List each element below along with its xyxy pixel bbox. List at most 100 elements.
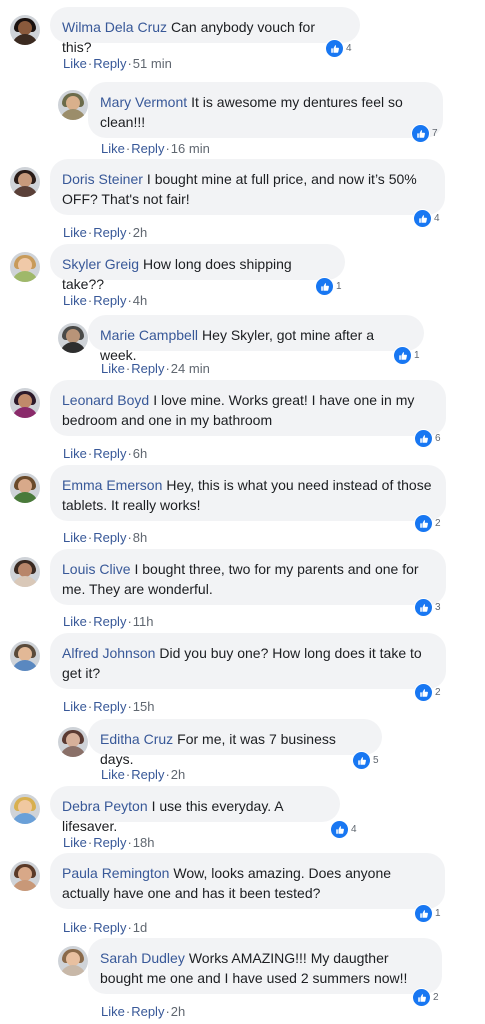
like-link[interactable]: Like <box>63 293 87 308</box>
comment-timestamp[interactable]: 18h <box>133 835 155 850</box>
avatar-body <box>12 34 38 45</box>
comment-timestamp[interactable]: 24 min <box>171 361 210 376</box>
like-link[interactable]: Like <box>101 767 125 782</box>
reaction-count[interactable]: 6 <box>414 429 441 448</box>
separator-dot: · <box>125 141 131 156</box>
reaction-number: 7 <box>432 128 438 139</box>
avatar-face <box>18 173 32 187</box>
like-link[interactable]: Like <box>63 699 87 714</box>
separator-dot: · <box>87 446 93 461</box>
avatar-face <box>66 329 80 343</box>
comment-author[interactable]: Sarah Dudley <box>100 950 185 966</box>
comment-timestamp[interactable]: 16 min <box>171 141 210 156</box>
avatar[interactable] <box>10 388 40 418</box>
comment-author[interactable]: Wilma Dela Cruz <box>62 19 167 35</box>
comment-actions: Like·Reply·2h <box>101 1004 185 1019</box>
reply-link[interactable]: Reply <box>93 530 126 545</box>
avatar[interactable] <box>10 167 40 197</box>
comment-author[interactable]: Marie Campbell <box>100 327 198 343</box>
avatar-body <box>12 407 38 418</box>
comment-timestamp[interactable]: 15h <box>133 699 155 714</box>
like-link[interactable]: Like <box>63 56 87 71</box>
reply-link[interactable]: Reply <box>93 920 126 935</box>
reply-link[interactable]: Reply <box>93 835 126 850</box>
comment-timestamp[interactable]: 2h <box>171 1004 185 1019</box>
comment-author[interactable]: Louis Clive <box>62 561 130 577</box>
reply-link[interactable]: Reply <box>93 446 126 461</box>
comment-author[interactable]: Debra Peyton <box>62 798 148 814</box>
separator-dot: · <box>127 699 132 714</box>
like-link[interactable]: Like <box>63 530 87 545</box>
comment-timestamp[interactable]: 51 min <box>133 56 172 71</box>
reaction-count[interactable]: 7 <box>411 124 438 143</box>
reaction-count[interactable]: 4 <box>325 39 352 58</box>
comment-timestamp[interactable]: 2h <box>133 225 147 240</box>
like-reaction-icon <box>393 346 412 365</box>
like-link[interactable]: Like <box>101 361 125 376</box>
comment-timestamp[interactable]: 8h <box>133 530 147 545</box>
avatar[interactable] <box>10 641 40 671</box>
reaction-count[interactable]: 4 <box>330 820 357 839</box>
reaction-count[interactable]: 1 <box>414 904 441 923</box>
reply-link[interactable]: Reply <box>131 361 164 376</box>
comment-timestamp[interactable]: 11h <box>133 614 154 629</box>
reply-link[interactable]: Reply <box>131 141 164 156</box>
avatar[interactable] <box>10 473 40 503</box>
comment-author[interactable]: Skyler Greig <box>62 256 139 272</box>
avatar[interactable] <box>10 557 40 587</box>
like-link[interactable]: Like <box>63 446 87 461</box>
comment-timestamp[interactable]: 1d <box>133 920 147 935</box>
avatar[interactable] <box>58 323 88 353</box>
comment-bubble: Wilma Dela Cruz Can anybody vouch for thi… <box>50 7 360 55</box>
like-link[interactable]: Like <box>63 614 87 629</box>
comment-timestamp[interactable]: 6h <box>133 446 147 461</box>
reaction-count[interactable]: 2 <box>412 988 439 1007</box>
comment-author[interactable]: Alfred Johnson <box>62 645 155 661</box>
reaction-count[interactable]: 5 <box>352 751 379 770</box>
avatar[interactable] <box>58 946 88 976</box>
like-link[interactable]: Like <box>63 225 87 240</box>
like-reaction-icon <box>330 820 349 839</box>
separator-dot: · <box>127 446 132 461</box>
avatar[interactable] <box>58 90 88 120</box>
avatar[interactable] <box>10 252 40 282</box>
reply-link[interactable]: Reply <box>93 56 126 71</box>
avatar-face <box>18 258 32 272</box>
reaction-number: 1 <box>336 281 342 292</box>
reaction-number: 5 <box>373 755 379 766</box>
reaction-count[interactable]: 1 <box>393 346 420 365</box>
reply-link[interactable]: Reply <box>131 1004 164 1019</box>
separator-dot: · <box>165 1004 170 1019</box>
comment-author[interactable]: Paula Remington <box>62 865 169 881</box>
comment-author[interactable]: Leonard Boyd <box>62 392 149 408</box>
comment-author[interactable]: Mary Vermont <box>100 94 187 110</box>
comment-actions: Like·Reply·16 min <box>101 141 210 156</box>
reply-link[interactable]: Reply <box>93 225 126 240</box>
reaction-count[interactable]: 2 <box>414 683 441 702</box>
like-reaction-icon <box>325 39 344 58</box>
reply-link[interactable]: Reply <box>93 614 126 629</box>
avatar[interactable] <box>10 861 40 891</box>
reaction-count[interactable]: 2 <box>414 514 441 533</box>
comment-bubble: Louis Clive I bought three, two for my pa… <box>50 549 446 605</box>
like-link[interactable]: Like <box>63 920 87 935</box>
reply-link[interactable]: Reply <box>93 293 126 308</box>
avatar[interactable] <box>10 15 40 45</box>
comment-author[interactable]: Emma Emerson <box>62 477 162 493</box>
reply-link[interactable]: Reply <box>93 699 126 714</box>
avatar[interactable] <box>58 727 88 757</box>
like-link[interactable]: Like <box>63 835 87 850</box>
comment-author[interactable]: Doris Steiner <box>62 171 143 187</box>
avatar[interactable] <box>10 794 40 824</box>
reaction-count[interactable]: 4 <box>413 209 440 228</box>
reaction-number: 4 <box>351 824 357 835</box>
comment-bubble: Emma Emerson Hey, this is what you need i… <box>50 465 446 521</box>
comment-timestamp[interactable]: 4h <box>133 293 147 308</box>
like-link[interactable]: Like <box>101 1004 125 1019</box>
reaction-count[interactable]: 3 <box>414 598 441 617</box>
comment-author[interactable]: Editha Cruz <box>100 731 173 747</box>
comment-timestamp[interactable]: 2h <box>171 767 185 782</box>
reply-link[interactable]: Reply <box>131 767 164 782</box>
like-link[interactable]: Like <box>101 141 125 156</box>
reaction-count[interactable]: 1 <box>315 277 342 296</box>
